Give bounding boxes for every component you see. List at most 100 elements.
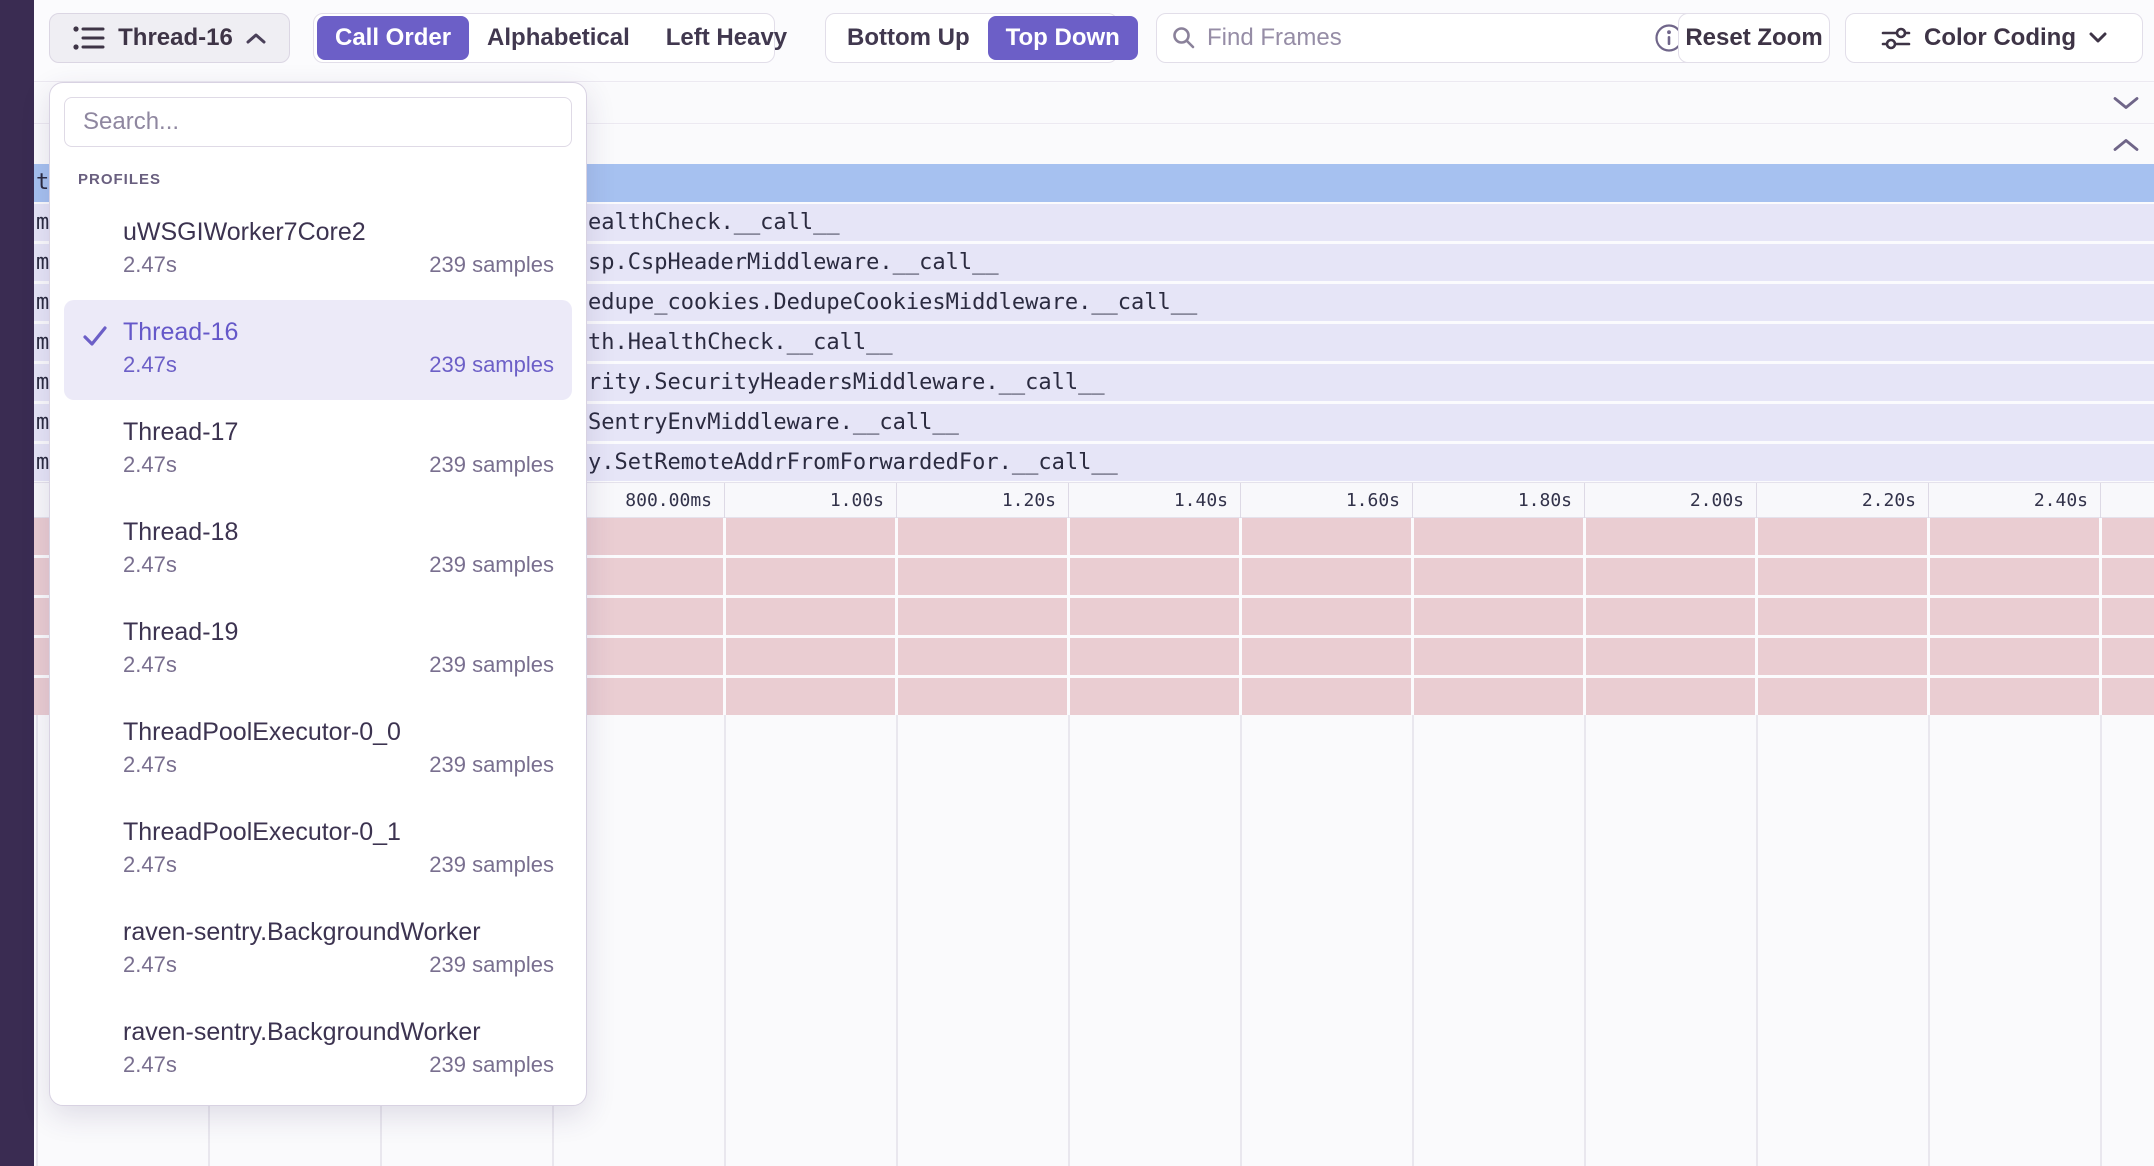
thread-option-name: ThreadPoolExecutor-0_1: [123, 815, 554, 849]
gridline: [1927, 518, 1930, 715]
flamegraph-toolbar: Thread-16 Call Order Alphabetical Left H…: [34, 0, 2154, 82]
gridline: [1067, 518, 1070, 715]
thread-option-duration: 2.47s: [123, 749, 177, 781]
frame-text: m: [36, 284, 49, 321]
profiler-page: Thread-16 Call Order Alphabetical Left H…: [0, 0, 2154, 1166]
frame-text: m: [36, 404, 49, 441]
axis-tick-label: 1.20s: [1002, 483, 1056, 519]
thread-option-duration: 2.47s: [123, 549, 177, 581]
frame-text: m: [36, 364, 49, 401]
gridline: [896, 715, 898, 1166]
thread-option-duration: 2.47s: [123, 449, 177, 481]
axis-tick-label: 1.80s: [1518, 483, 1572, 519]
axis-tick-label: 2.20s: [1862, 483, 1916, 519]
axis-tick-label: 1.00s: [830, 483, 884, 519]
thread-option-samples: 239 samples: [429, 649, 554, 681]
thread-option-duration: 2.47s: [123, 349, 177, 381]
thread-option-samples: 239 samples: [429, 549, 554, 581]
thread-option-duration: 2.47s: [123, 649, 177, 681]
axis-tick: [1756, 483, 1757, 519]
frame-text: m: [36, 324, 49, 361]
color-coding-button[interactable]: Color Coding: [1845, 13, 2143, 63]
frame-text: m: [36, 244, 49, 281]
segment-bottom-up[interactable]: Bottom Up: [829, 16, 988, 60]
thread-option-thread-18[interactable]: Thread-18 2.47s 239 samples: [64, 500, 572, 600]
segment-left-heavy[interactable]: Left Heavy: [648, 16, 805, 60]
gridline: [1584, 715, 1586, 1166]
check-icon: [81, 324, 109, 348]
sliders-icon: [1880, 24, 1912, 52]
thread-selector-button[interactable]: Thread-16: [49, 13, 290, 63]
frame-text: rity.SecurityHeadersMiddleware.__call__: [588, 364, 1105, 401]
thread-option-threadpoolexecutor-0-1[interactable]: ThreadPoolExecutor-0_1 2.47s 239 samples: [64, 800, 572, 900]
gridline: [1756, 715, 1758, 1166]
thread-option-name: Thread-19: [123, 615, 554, 649]
color-coding-label: Color Coding: [1924, 24, 2076, 52]
gridline: [1412, 715, 1414, 1166]
thread-option-samples: 239 samples: [429, 1049, 554, 1081]
axis-tick: [724, 483, 725, 519]
thread-option-threadpoolexecutor-0-0[interactable]: ThreadPoolExecutor-0_0 2.47s 239 samples: [64, 700, 572, 800]
frame-text: edupe_cookies.DedupeCookiesMiddleware.__…: [588, 284, 1197, 321]
thread-option-name: ThreadPoolExecutor-0_0: [123, 715, 554, 749]
thread-search-input[interactable]: [64, 97, 572, 147]
gridline: [723, 518, 726, 715]
direction-segmented-control: Bottom Up Top Down: [825, 13, 1118, 63]
thread-option-name: Thread-18: [123, 515, 554, 549]
thread-option-thread-17[interactable]: Thread-17 2.47s 239 samples: [64, 400, 572, 500]
profiles-section-label: PROFILES: [78, 171, 586, 188]
axis-tick: [2100, 483, 2101, 519]
gridline: [1755, 518, 1758, 715]
collapse-chevron-up-icon[interactable]: [2112, 137, 2140, 152]
gridline: [724, 715, 726, 1166]
reset-zoom-button[interactable]: Reset Zoom: [1678, 13, 1830, 63]
chevron-up-icon: [245, 32, 267, 45]
expand-chevron-down-icon[interactable]: [2112, 96, 2140, 111]
axis-tick: [896, 483, 897, 519]
thread-option-name: Thread-16: [123, 315, 554, 349]
frame-text: SentryEnvMiddleware.__call__: [588, 404, 959, 441]
frame-text: m: [36, 204, 49, 241]
segment-call-order[interactable]: Call Order: [317, 16, 469, 60]
thread-option-samples: 239 samples: [429, 349, 554, 381]
frame-text: ealthCheck.__call__: [588, 204, 840, 241]
thread-option-name: Thread-17: [123, 415, 554, 449]
axis-tick-label: 2.40s: [2034, 483, 2088, 519]
thread-option-samples: 239 samples: [429, 949, 554, 981]
segment-alphabetical[interactable]: Alphabetical: [469, 16, 648, 60]
thread-list-icon: [72, 24, 106, 52]
frame-text: th.HealthCheck.__call__: [588, 324, 893, 361]
thread-option-duration: 2.47s: [123, 1049, 177, 1081]
axis-tick: [1412, 483, 1413, 519]
find-frames-input[interactable]: [1207, 24, 1644, 52]
thread-option-samples: 239 samples: [429, 749, 554, 781]
gridline: [2099, 518, 2102, 715]
thread-option-duration: 2.47s: [123, 249, 177, 281]
thread-option-thread-16[interactable]: Thread-16 2.47s 239 samples: [64, 300, 572, 400]
chevron-down-icon: [2088, 32, 2108, 44]
thread-option-duration: 2.47s: [123, 849, 177, 881]
gridline: [36, 715, 38, 1166]
frame-text: y.SetRemoteAddrFromForwardedFor.__call__: [588, 444, 1118, 481]
axis-tick-label: 2.00s: [1690, 483, 1744, 519]
thread-option-duration: 2.47s: [123, 949, 177, 981]
axis-tick-label: 1.60s: [1346, 483, 1400, 519]
thread-option-name: uWSGIWorker7Core2: [123, 215, 554, 249]
thread-option-samples: 239 samples: [429, 849, 554, 881]
axis-tick-label: 800.00ms: [625, 483, 712, 519]
frame-text: t: [36, 164, 49, 202]
sort-segmented-control: Call Order Alphabetical Left Heavy: [313, 13, 775, 63]
search-icon: [1171, 25, 1197, 51]
axis-tick: [1928, 483, 1929, 519]
segment-top-down[interactable]: Top Down: [988, 16, 1138, 60]
thread-option-uwsgiworker7core2[interactable]: uWSGIWorker7Core2 2.47s 239 samples: [64, 200, 572, 300]
thread-option-raven-sentry-backgroundworker-2[interactable]: raven-sentry.BackgroundWorker 2.47s 239 …: [64, 1000, 572, 1100]
thread-option-name: raven-sentry.BackgroundWorker: [123, 915, 554, 949]
gridline: [1240, 715, 1242, 1166]
thread-option-samples: 239 samples: [429, 449, 554, 481]
thread-option-thread-19[interactable]: Thread-19 2.47s 239 samples: [64, 600, 572, 700]
gridline: [1239, 518, 1242, 715]
gridline: [1583, 518, 1586, 715]
gridline: [895, 518, 898, 715]
thread-option-raven-sentry-backgroundworker-1[interactable]: raven-sentry.BackgroundWorker 2.47s 239 …: [64, 900, 572, 1000]
